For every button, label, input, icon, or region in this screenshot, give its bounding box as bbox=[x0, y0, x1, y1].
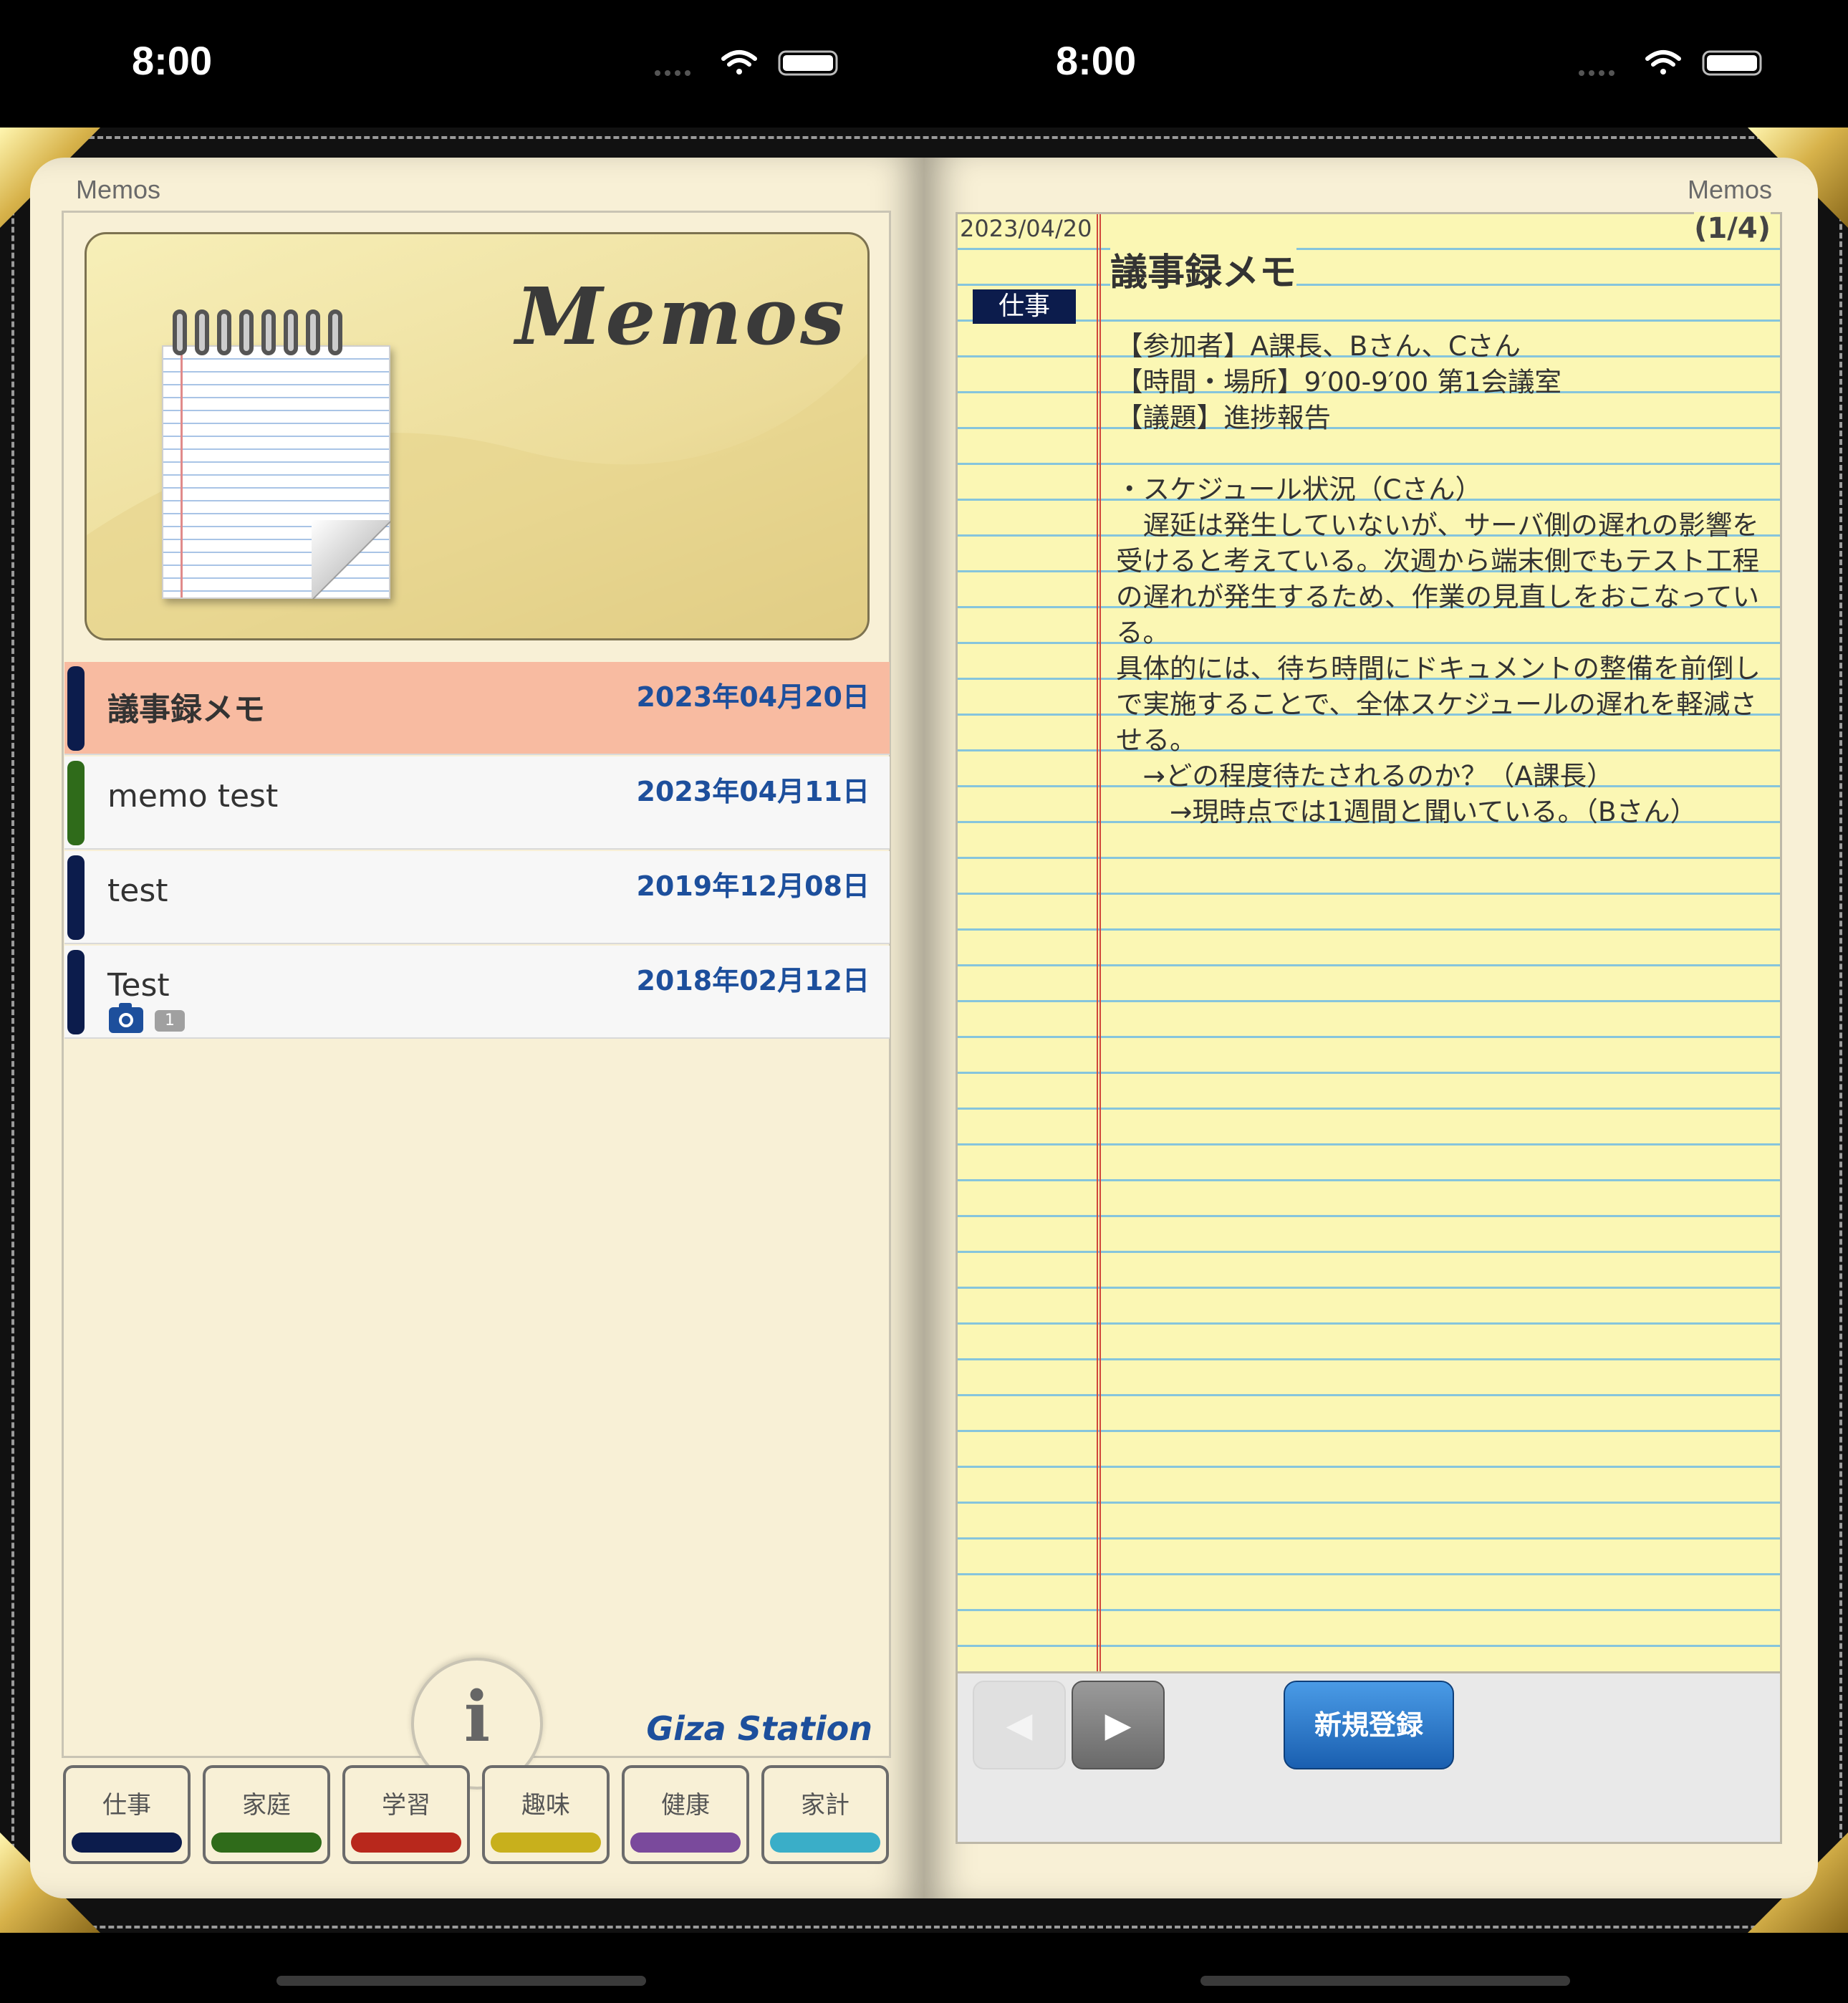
note-body[interactable]: 【参加者】A課長、Bさん、Cさん 【時間・場所】9′00-9′00 第1会議室 … bbox=[1116, 328, 1775, 830]
category-tab-work[interactable]: 仕事 bbox=[63, 1765, 191, 1864]
memo-title: memo test bbox=[107, 778, 279, 815]
category-color bbox=[630, 1833, 741, 1853]
cellular-icon bbox=[655, 70, 690, 76]
category-color-bar bbox=[67, 950, 85, 1034]
battery-icon bbox=[1702, 50, 1762, 76]
memo-date: 2023年04月20日 bbox=[636, 681, 870, 713]
camera-icon bbox=[109, 1003, 143, 1033]
new-entry-button[interactable]: 新規登録 bbox=[1284, 1681, 1454, 1769]
next-button[interactable]: ▶ bbox=[1072, 1681, 1165, 1769]
info-icon: i bbox=[463, 1676, 491, 1757]
category-tab-budget[interactable]: 家計 bbox=[761, 1765, 889, 1864]
category-label: 学習 bbox=[382, 1791, 430, 1820]
category-color-bar bbox=[67, 855, 85, 940]
status-icons-right bbox=[1579, 50, 1762, 76]
category-color bbox=[491, 1833, 601, 1853]
category-color-bar bbox=[67, 666, 85, 751]
margin-line bbox=[1097, 214, 1101, 1671]
left-page-header: Memos bbox=[76, 175, 161, 204]
memos-banner: Memos bbox=[85, 232, 870, 640]
home-indicator-left bbox=[276, 1976, 646, 1986]
battery-icon bbox=[778, 50, 838, 76]
memo-date: 2019年12月08日 bbox=[636, 870, 870, 902]
category-label: 仕事 bbox=[102, 1791, 151, 1820]
category-label: 家計 bbox=[801, 1791, 850, 1820]
memo-date: 2018年02月12日 bbox=[636, 965, 870, 996]
brand-label: Giza Station bbox=[646, 1709, 872, 1748]
category-color-bar bbox=[67, 761, 85, 845]
page-indicator: (1/4) bbox=[1694, 212, 1771, 245]
category-color bbox=[211, 1833, 322, 1853]
status-icons-left bbox=[655, 50, 838, 76]
memo-title: Test bbox=[107, 967, 170, 1004]
category-label: 家庭 bbox=[242, 1791, 291, 1820]
wifi-icon bbox=[721, 50, 757, 75]
memo-list-item[interactable]: 議事録メモ 2023年04月20日 bbox=[64, 662, 890, 755]
next-icon: ▶ bbox=[1105, 1705, 1132, 1745]
category-color bbox=[351, 1833, 461, 1853]
notepad-icon bbox=[162, 345, 390, 599]
memo-list-item[interactable]: test 2019年12月08日 bbox=[64, 851, 890, 944]
category-tab-home[interactable]: 家庭 bbox=[203, 1765, 330, 1864]
photo-count-badge: 1 bbox=[155, 1010, 185, 1032]
category-tab-hobby[interactable]: 趣味 bbox=[482, 1765, 610, 1864]
cellular-icon bbox=[1579, 70, 1614, 76]
note-title: 議事録メモ bbox=[1110, 242, 1297, 296]
category-label: 健康 bbox=[661, 1791, 710, 1820]
home-indicator-right bbox=[1200, 1976, 1570, 1986]
memo-title: 議事録メモ bbox=[107, 691, 265, 728]
category-color bbox=[770, 1833, 880, 1853]
memo-list-item[interactable]: Test 2018年02月12日 1 bbox=[64, 946, 890, 1039]
previous-icon: ◀ bbox=[1006, 1705, 1033, 1745]
wifi-icon bbox=[1645, 50, 1681, 75]
memo-list-item[interactable]: memo test 2023年04月11日 bbox=[64, 756, 890, 850]
category-tab-study[interactable]: 学習 bbox=[342, 1765, 470, 1864]
memo-date: 2023年04月11日 bbox=[636, 776, 870, 807]
status-time-left: 8:00 bbox=[132, 38, 213, 83]
category-tab-health[interactable]: 健康 bbox=[622, 1765, 749, 1864]
category-label: 趣味 bbox=[521, 1791, 570, 1820]
previous-button[interactable]: ◀ bbox=[973, 1681, 1066, 1769]
banner-title: Memos bbox=[515, 270, 847, 362]
notepad-rings bbox=[173, 309, 388, 367]
right-page-header: Memos bbox=[1687, 175, 1772, 204]
category-tag: 仕事 bbox=[973, 289, 1076, 324]
note-date: 2023/04/20 bbox=[960, 215, 1092, 242]
memo-title: test bbox=[107, 873, 168, 909]
category-color bbox=[72, 1833, 182, 1853]
status-time-right: 8:00 bbox=[1056, 38, 1137, 83]
